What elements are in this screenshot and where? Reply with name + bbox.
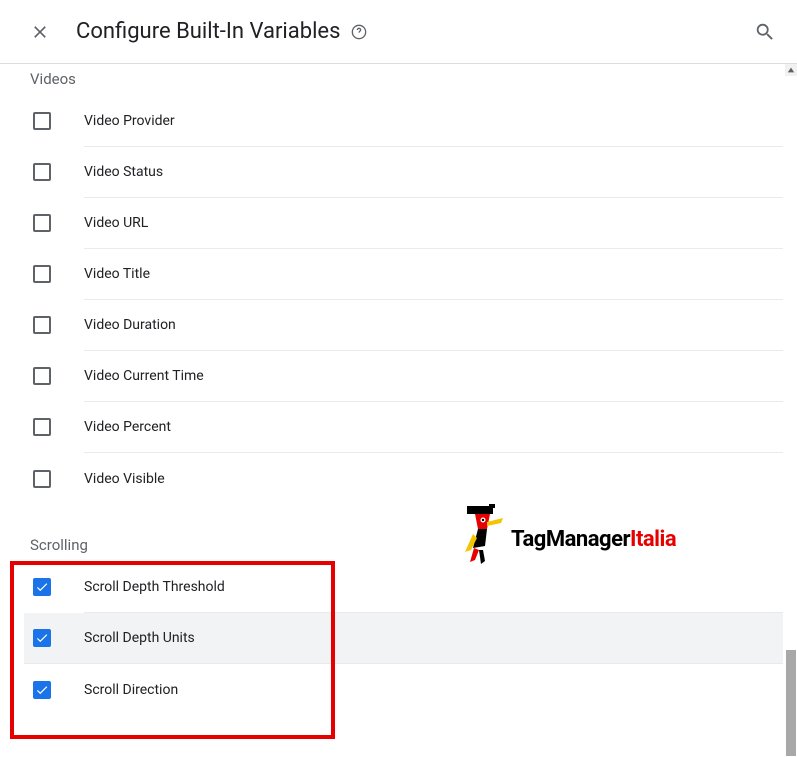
variable-row-video-title[interactable]: Video Title bbox=[84, 249, 783, 300]
checkbox-scroll-direction[interactable] bbox=[33, 681, 51, 699]
variable-label: Scroll Direction bbox=[84, 682, 178, 698]
variable-row-scroll-direction[interactable]: Scroll Direction bbox=[84, 664, 783, 715]
section-title-scrolling: Scrolling bbox=[24, 504, 783, 562]
variable-row-video-duration[interactable]: Video Duration bbox=[84, 300, 783, 351]
variable-label: Scroll Depth Threshold bbox=[84, 579, 225, 595]
variable-label: Video Status bbox=[84, 164, 163, 180]
variable-label: Video Percent bbox=[84, 419, 171, 435]
checkbox-scroll-depth-threshold[interactable] bbox=[33, 578, 51, 596]
search-icon[interactable] bbox=[753, 20, 777, 44]
variable-row-video-provider[interactable]: Video Provider bbox=[84, 96, 783, 147]
variable-row-scroll-depth-units[interactable]: Scroll Depth Units bbox=[24, 613, 783, 664]
checkbox-scroll-depth-units[interactable] bbox=[33, 629, 51, 647]
checkbox-video-status[interactable] bbox=[33, 163, 51, 181]
checkbox-video-title[interactable] bbox=[33, 265, 51, 283]
dialog-header: Configure Built-In Variables bbox=[0, 0, 797, 64]
variable-row-video-status[interactable]: Video Status bbox=[84, 147, 783, 198]
scroll-area[interactable]: Videos Video Provider Video Status Video… bbox=[0, 64, 797, 757]
variable-label: Scroll Depth Units bbox=[84, 630, 195, 646]
variable-label: Video Title bbox=[84, 266, 150, 282]
content-area: Videos Video Provider Video Status Video… bbox=[0, 64, 797, 757]
variable-row-video-url[interactable]: Video URL bbox=[84, 198, 783, 249]
variable-row-scroll-depth-threshold[interactable]: Scroll Depth Threshold bbox=[84, 562, 783, 613]
section-title-videos: Videos bbox=[24, 64, 783, 96]
checkbox-video-current-time[interactable] bbox=[33, 367, 51, 385]
variable-label: Video URL bbox=[84, 215, 148, 231]
close-icon[interactable] bbox=[28, 20, 52, 44]
title-text: Configure Built-In Variables bbox=[76, 19, 340, 44]
scrollbar-thumb[interactable] bbox=[786, 650, 796, 756]
checkbox-video-provider[interactable] bbox=[33, 112, 51, 130]
checkbox-video-visible[interactable] bbox=[33, 470, 51, 488]
checkbox-video-url[interactable] bbox=[33, 214, 51, 232]
variable-row-video-current-time[interactable]: Video Current Time bbox=[84, 351, 783, 402]
checkbox-video-duration[interactable] bbox=[33, 316, 51, 334]
variable-row-video-visible[interactable]: Video Visible bbox=[84, 453, 783, 504]
scroll-arrow-up-icon[interactable] bbox=[785, 64, 797, 76]
checkbox-video-percent[interactable] bbox=[33, 418, 51, 436]
variable-row-video-percent[interactable]: Video Percent bbox=[84, 402, 783, 453]
dialog-title: Configure Built-In Variables bbox=[76, 19, 753, 44]
help-icon[interactable] bbox=[350, 23, 368, 41]
variable-label: Video Provider bbox=[84, 113, 175, 129]
variable-label: Video Visible bbox=[84, 471, 165, 487]
variable-label: Video Duration bbox=[84, 317, 176, 333]
variable-label: Video Current Time bbox=[84, 368, 204, 384]
scrollbar-track[interactable] bbox=[785, 64, 797, 757]
